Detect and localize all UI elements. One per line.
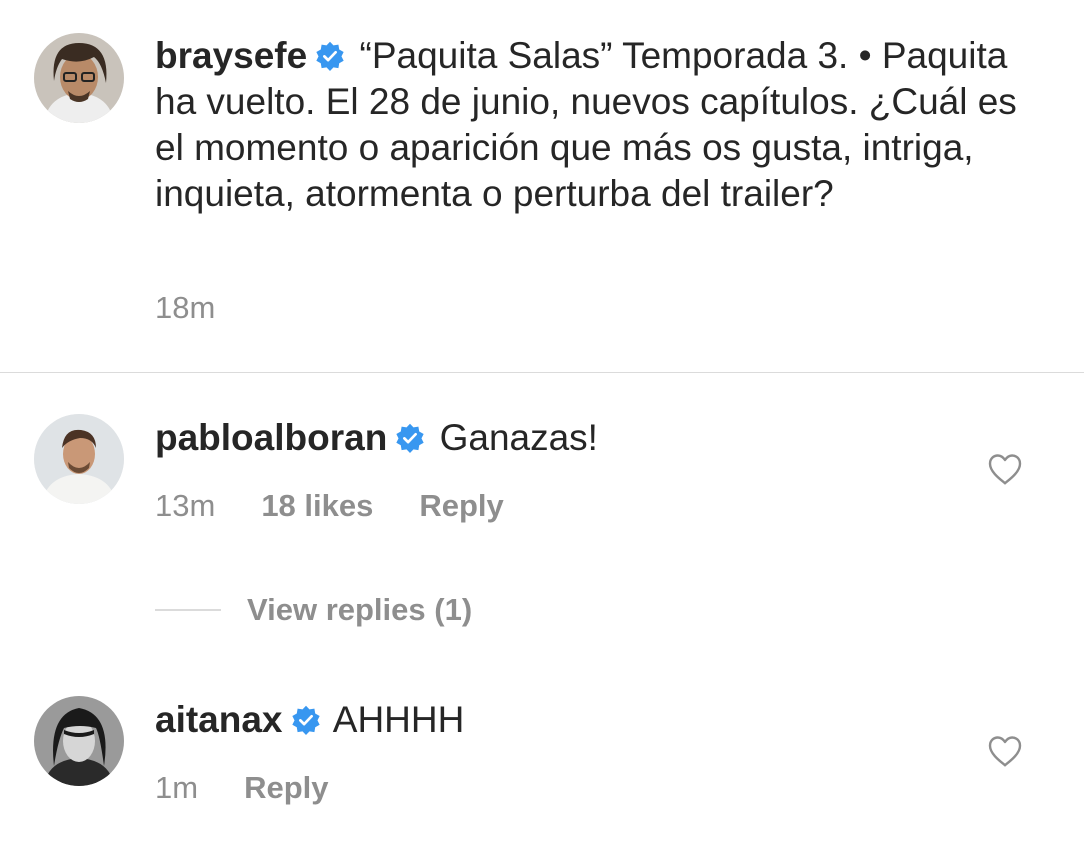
verified-badge-icon [316, 41, 344, 71]
comment-2-username[interactable]: aitanax [155, 699, 283, 740]
heart-outline-icon[interactable] [987, 734, 1023, 768]
comment-1-body: pabloalboran Ganazas! [155, 415, 955, 461]
post-caption: braysefe “Paquita Salas” Temporada 3. • … [155, 33, 1055, 217]
post-username[interactable]: braysefe [155, 35, 307, 76]
post-meta: 18m [155, 290, 215, 326]
view-replies-label: View replies (1) [247, 592, 473, 627]
comment-1-likes-link[interactable]: 18 likes [261, 488, 373, 523]
view-replies-button[interactable]: View replies (1) [155, 590, 472, 630]
avatar-aitanax[interactable] [34, 696, 124, 786]
comment-2-timestamp: 1m [155, 770, 199, 805]
avatar-pabloalboran[interactable] [34, 414, 124, 504]
profile-photo-icon [34, 414, 124, 504]
comment-1-reply-button[interactable]: Reply [419, 488, 503, 523]
comment-2-text: AHHHH [332, 699, 465, 740]
profile-photo-icon [34, 33, 124, 123]
comment-1-username[interactable]: pabloalboran [155, 417, 387, 458]
comment-1-text: Ganazas! [439, 417, 598, 458]
comment-1-timestamp: 13m [155, 488, 216, 523]
verified-badge-icon [291, 705, 320, 735]
view-replies-line [155, 609, 221, 611]
comment-2-body: aitanax AHHHH [155, 697, 955, 743]
comment-2-reply-button[interactable]: Reply [244, 770, 328, 805]
heart-outline-icon[interactable] [987, 452, 1023, 486]
avatar-braysefe[interactable] [34, 33, 124, 123]
verified-badge-icon [396, 423, 424, 453]
comment-1-meta: 13m 18 likes Reply [155, 488, 504, 524]
caption-divider [0, 372, 1084, 373]
profile-photo-icon [34, 696, 124, 786]
post-timestamp: 18m [155, 290, 216, 325]
comment-2-meta: 1m Reply [155, 770, 329, 806]
